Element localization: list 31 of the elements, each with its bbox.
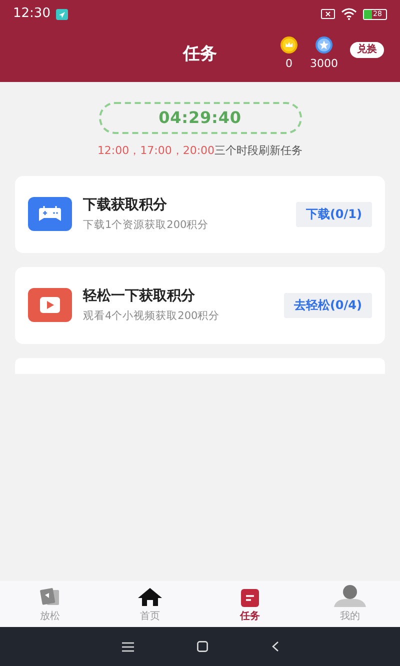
tab-bar-item[interactable]: 任务: [200, 581, 300, 627]
task-action-button[interactable]: 下载(0/1): [296, 202, 372, 226]
sim-icon: [321, 9, 335, 19]
home-icon[interactable]: [196, 641, 208, 652]
task-title: 下载获取积分: [83, 196, 168, 215]
crown-coin-icon: [280, 36, 298, 54]
balance-value: 3000: [310, 56, 338, 72]
tab-bar-item[interactable]: 我的: [300, 581, 400, 627]
page-title: 任务: [183, 43, 217, 66]
task-description: 下载1个资源获取200积分: [83, 218, 210, 233]
cards-icon: [39, 587, 61, 607]
telegram-icon: [56, 8, 68, 20]
wifi-icon: [341, 8, 357, 20]
status-time: 12:30: [13, 5, 50, 24]
star-coin-icon: [315, 36, 333, 54]
task-title: 轻松一下获取积分: [83, 286, 196, 306]
avatar-icon: [334, 585, 366, 607]
refresh-note: 12:00，17:00，20:00三个时段刷新任务: [97, 143, 303, 159]
balance-value: 0: [286, 56, 292, 72]
task-description: 观看4个小视频获取200积分: [83, 308, 221, 324]
menu-icon[interactable]: [122, 642, 134, 652]
play-icon: [28, 288, 72, 322]
exchange-button[interactable]: 兑换: [350, 42, 384, 58]
tab-bar-item[interactable]: 首页: [100, 581, 200, 627]
home-icon: [137, 587, 163, 607]
gamepad-icon: [28, 197, 72, 231]
countdown-timer: 04:29:40: [98, 102, 302, 134]
task-list-icon: [241, 589, 259, 607]
back-icon[interactable]: [270, 641, 278, 652]
tab-bar-item[interactable]: 放松: [0, 581, 100, 627]
task-action-button[interactable]: 去轻松(0/4): [284, 292, 372, 318]
